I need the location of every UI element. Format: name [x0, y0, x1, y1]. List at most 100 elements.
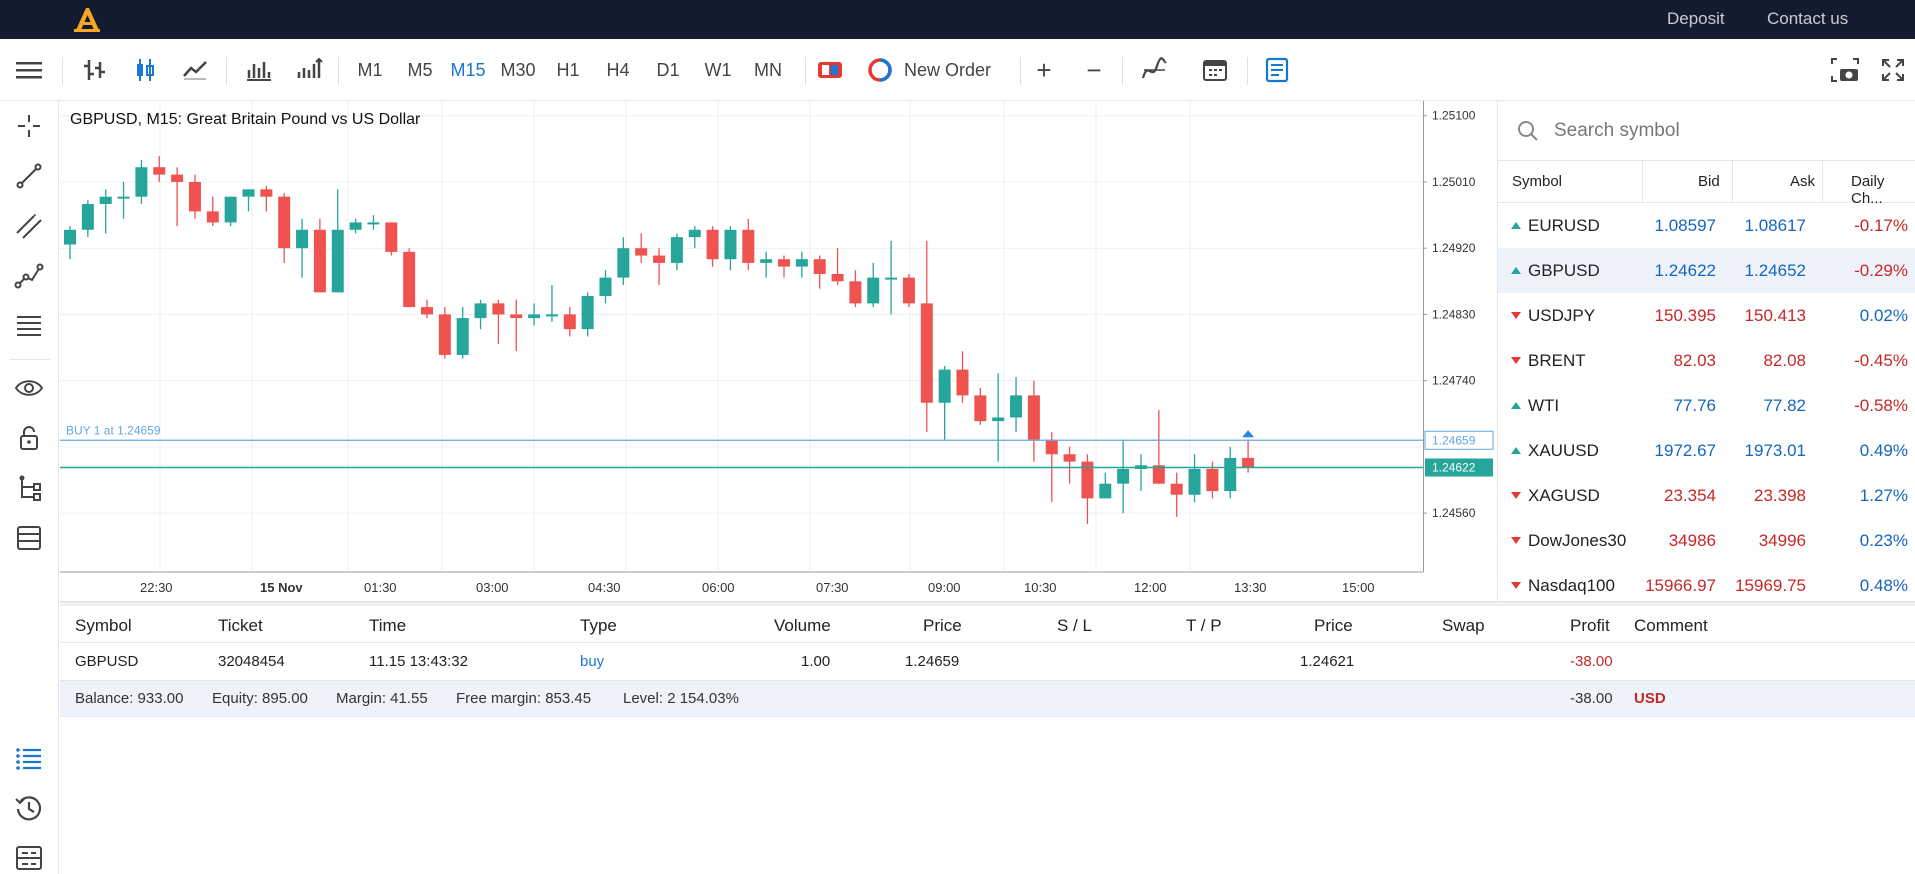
deposit-link[interactable]: Deposit	[1667, 9, 1725, 29]
candle-body	[456, 318, 469, 355]
crosshair-icon[interactable]	[14, 111, 44, 141]
pos-type: buy	[580, 653, 605, 670]
col-symbol[interactable]: Symbol	[1512, 173, 1562, 190]
symbol-symbol: EURUSD	[1528, 216, 1600, 235]
candlestick-chart-canvas[interactable]: BUY 1 at 1.24659 22:30 15 Nov 01:30 03:00 04:…	[60, 101, 1423, 601]
positions-list-icon[interactable]	[14, 743, 44, 773]
candle	[367, 215, 380, 230]
pos-col-volume[interactable]: Volume	[774, 616, 831, 636]
zoom-in-button[interactable]: +	[1026, 39, 1062, 101]
symbol-ask: 82.08	[1763, 351, 1806, 370]
new-order-button[interactable]: New Order	[866, 39, 1016, 101]
one-click-trading-icon[interactable]	[812, 39, 848, 101]
col-bid[interactable]: Bid	[1698, 173, 1720, 190]
timeframe-d1[interactable]: D1	[646, 39, 690, 101]
volumes-icon[interactable]	[240, 39, 278, 101]
symbol-row-gbpusd[interactable]: GBPUSD 1.24622 1.24652 -0.29%	[1498, 248, 1915, 293]
col-ask[interactable]: Ask	[1790, 173, 1815, 190]
price-tick-label: 1.24830	[1432, 307, 1476, 321]
pos-col-profit[interactable]: Profit	[1570, 616, 1610, 636]
object-tree-icon[interactable]	[14, 473, 44, 503]
brand-logo[interactable]	[72, 4, 102, 34]
journal-icon[interactable]	[14, 843, 44, 873]
price-scale[interactable]: 1.25100 1.25010 1.24920 1.24830 1.24740 1.245…	[1423, 101, 1497, 601]
pos-col-current-price[interactable]: Price	[1314, 616, 1353, 636]
price-chart[interactable]: BUY 1 at 1.24659 22:30 15 Nov 01:30 03:00 04:…	[60, 101, 1423, 601]
zoom-out-button[interactable]: −	[1076, 39, 1112, 101]
candle	[760, 251, 773, 278]
pos-col-tp[interactable]: T / P	[1186, 616, 1222, 636]
candle	[974, 388, 987, 425]
pos-col-time[interactable]: Time	[369, 616, 406, 636]
polyline-tool-icon[interactable]	[14, 261, 44, 291]
toolbar-divider	[1122, 57, 1123, 85]
timeframe-m15[interactable]: M15	[446, 39, 490, 101]
candle	[563, 307, 576, 337]
symbol-change: -0.17%	[1854, 216, 1908, 235]
candle	[153, 156, 166, 182]
eye-icon[interactable]	[14, 373, 44, 403]
price-scale-canvas: 1.25100 1.25010 1.24920 1.24830 1.24740 1.245…	[1423, 101, 1494, 572]
pos-current-price: 1.24621	[1300, 653, 1355, 670]
timeframe-m30[interactable]: M30	[496, 39, 540, 101]
position-row[interactable]: GBPUSD 32048454 11.15 13:43:32 buy 1.00 …	[60, 643, 1915, 681]
fibonacci-tool-icon[interactable]	[14, 311, 44, 341]
timeframe-m1[interactable]: M1	[348, 39, 392, 101]
history-icon[interactable]	[14, 793, 44, 823]
pos-col-price[interactable]: Price	[923, 616, 962, 636]
candle	[260, 185, 273, 212]
indicators-icon[interactable]	[1135, 39, 1173, 101]
channel-tool-icon[interactable]	[14, 211, 44, 241]
timeframe-mn[interactable]: MN	[746, 39, 790, 101]
symbol-bid: 23.354	[1664, 486, 1716, 505]
candle	[510, 299, 523, 352]
time-tick-label: 15 Nov	[260, 580, 303, 595]
symbol-row-brent[interactable]: BRENT 82.03 82.08 -0.45%	[1498, 338, 1915, 383]
contact-us-link[interactable]: Contact us	[1767, 9, 1848, 29]
col-daily-change[interactable]: Daily Ch...	[1851, 173, 1915, 207]
pos-col-type[interactable]: Type	[580, 616, 617, 636]
tick-volumes-icon[interactable]	[290, 39, 328, 101]
screenshot-icon[interactable]	[1826, 39, 1864, 101]
symbol-row-dowjones30[interactable]: DowJones30 34986 34996 0.23%	[1498, 518, 1915, 563]
arrow-up-icon	[1511, 222, 1521, 229]
time-tick-label: 15:00	[1342, 580, 1375, 595]
candlestick-chart-type-icon[interactable]	[126, 39, 164, 101]
pos-col-ticket[interactable]: Ticket	[218, 616, 263, 636]
symbol-row-usdjpy[interactable]: USDJPY 150.395 150.413 0.02%	[1498, 293, 1915, 338]
symbol-row-eurusd[interactable]: EURUSD 1.08597 1.08617 -0.17%	[1498, 203, 1915, 248]
candle-body	[528, 314, 541, 319]
symbol-row-wti[interactable]: WTI 77.76 77.82 -0.58%	[1498, 383, 1915, 428]
candle-body	[171, 174, 184, 182]
calendar-icon[interactable]	[1196, 39, 1234, 101]
candle-body	[617, 248, 630, 278]
candle	[742, 218, 755, 271]
candle	[1170, 472, 1183, 517]
timeframe-w1[interactable]: W1	[696, 39, 740, 101]
total-profit-value: -38.00	[1570, 690, 1613, 707]
pos-col-sl[interactable]: S / L	[1057, 616, 1092, 636]
menu-icon[interactable]	[10, 39, 48, 101]
pos-col-symbol[interactable]: Symbol	[75, 616, 132, 636]
timeframe-h1[interactable]: H1	[546, 39, 590, 101]
line-chart-type-icon[interactable]	[176, 39, 214, 101]
pos-col-swap[interactable]: Swap	[1442, 616, 1485, 636]
trend-line-icon[interactable]	[14, 161, 44, 191]
time-tick-label: 13:30	[1234, 580, 1267, 595]
new-order-icon	[868, 58, 892, 82]
candle	[849, 270, 862, 308]
symbol-row-xagusd[interactable]: XAGUSD 23.354 23.398 1.27%	[1498, 473, 1915, 518]
timeframe-m5[interactable]: M5	[398, 39, 442, 101]
symbol-row-xauusd[interactable]: XAUUSD 1972.67 1973.01 0.49%	[1498, 428, 1915, 473]
fullscreen-icon[interactable]	[1874, 39, 1912, 101]
search-symbol-input[interactable]	[1554, 115, 1894, 147]
timeframe-h4[interactable]: H4	[596, 39, 640, 101]
templates-icon[interactable]	[14, 523, 44, 553]
candle	[1135, 454, 1147, 492]
lock-icon[interactable]	[14, 423, 44, 453]
bar-chart-type-icon[interactable]	[76, 39, 114, 101]
candle	[867, 262, 880, 308]
trade-history-toggle-icon[interactable]	[1258, 39, 1296, 101]
time-tick-label: 01:30	[364, 580, 397, 595]
pos-col-comment[interactable]: Comment	[1634, 616, 1708, 636]
